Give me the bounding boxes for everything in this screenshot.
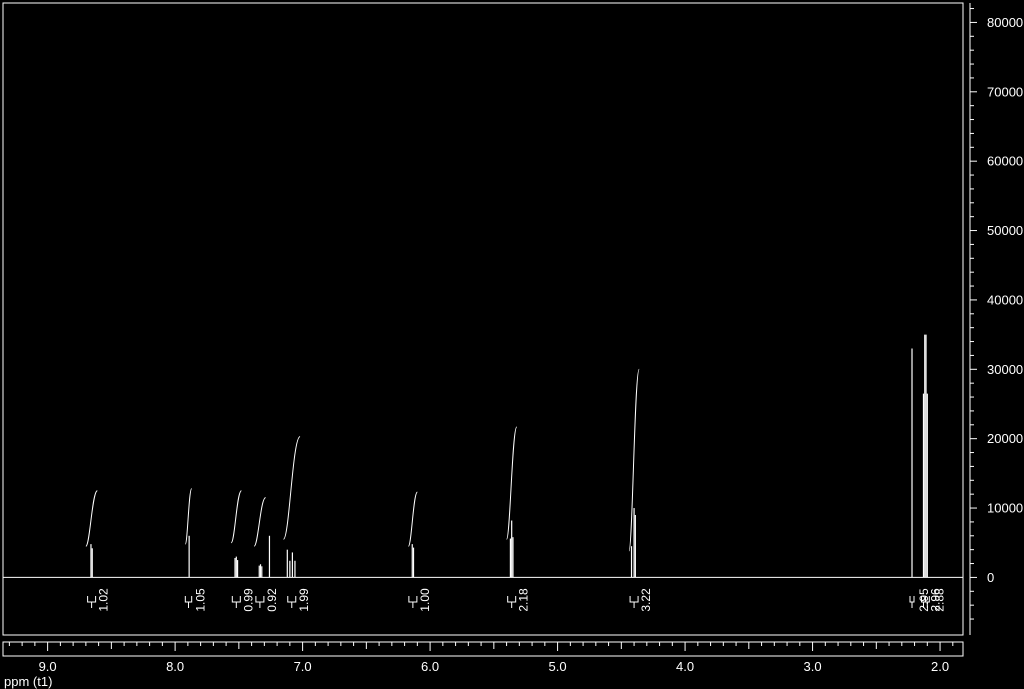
integral-value-label: 2.88 bbox=[932, 588, 946, 612]
integral-value-label: 1.05 bbox=[193, 588, 207, 612]
y-tick-label: 70000 bbox=[987, 84, 1023, 99]
nmr-spectrum-chart: 0 10000 20000 30000 40000 50000 60000 70000 8000… bbox=[0, 0, 1024, 689]
plot-background bbox=[0, 0, 1024, 689]
y-tick-label: 10000 bbox=[987, 501, 1023, 516]
x-tick-label: 4.0 bbox=[676, 659, 694, 674]
integral-value-label: 1.99 bbox=[297, 588, 311, 612]
integral-value-label: 2.18 bbox=[517, 588, 531, 612]
integral-value-label: 0.92 bbox=[265, 588, 279, 612]
x-tick-label: 5.0 bbox=[549, 659, 567, 674]
y-tick-label: 30000 bbox=[987, 362, 1023, 377]
y-tick-label: 40000 bbox=[987, 292, 1023, 307]
x-tick-label: 9.0 bbox=[39, 659, 57, 674]
x-tick-label: 8.0 bbox=[166, 659, 184, 674]
x-tick-label: 3.0 bbox=[804, 659, 822, 674]
x-tick-label: 7.0 bbox=[294, 659, 312, 674]
integral-value-label: 1.00 bbox=[418, 588, 432, 612]
integral-value-label: 0.99 bbox=[241, 588, 255, 612]
y-tick-label: 80000 bbox=[987, 15, 1023, 30]
x-tick-label: 6.0 bbox=[421, 659, 439, 674]
y-tick-label: 0 bbox=[987, 570, 994, 585]
integral-value-label: 1.02 bbox=[97, 588, 111, 612]
integral-value-label: 3.22 bbox=[639, 588, 653, 612]
x-tick-label: 2.0 bbox=[931, 659, 949, 674]
y-tick-label: 50000 bbox=[987, 223, 1023, 238]
y-tick-label: 20000 bbox=[987, 431, 1023, 446]
x-axis-label: ppm (t1) bbox=[4, 674, 53, 689]
y-tick-label: 60000 bbox=[987, 154, 1023, 169]
